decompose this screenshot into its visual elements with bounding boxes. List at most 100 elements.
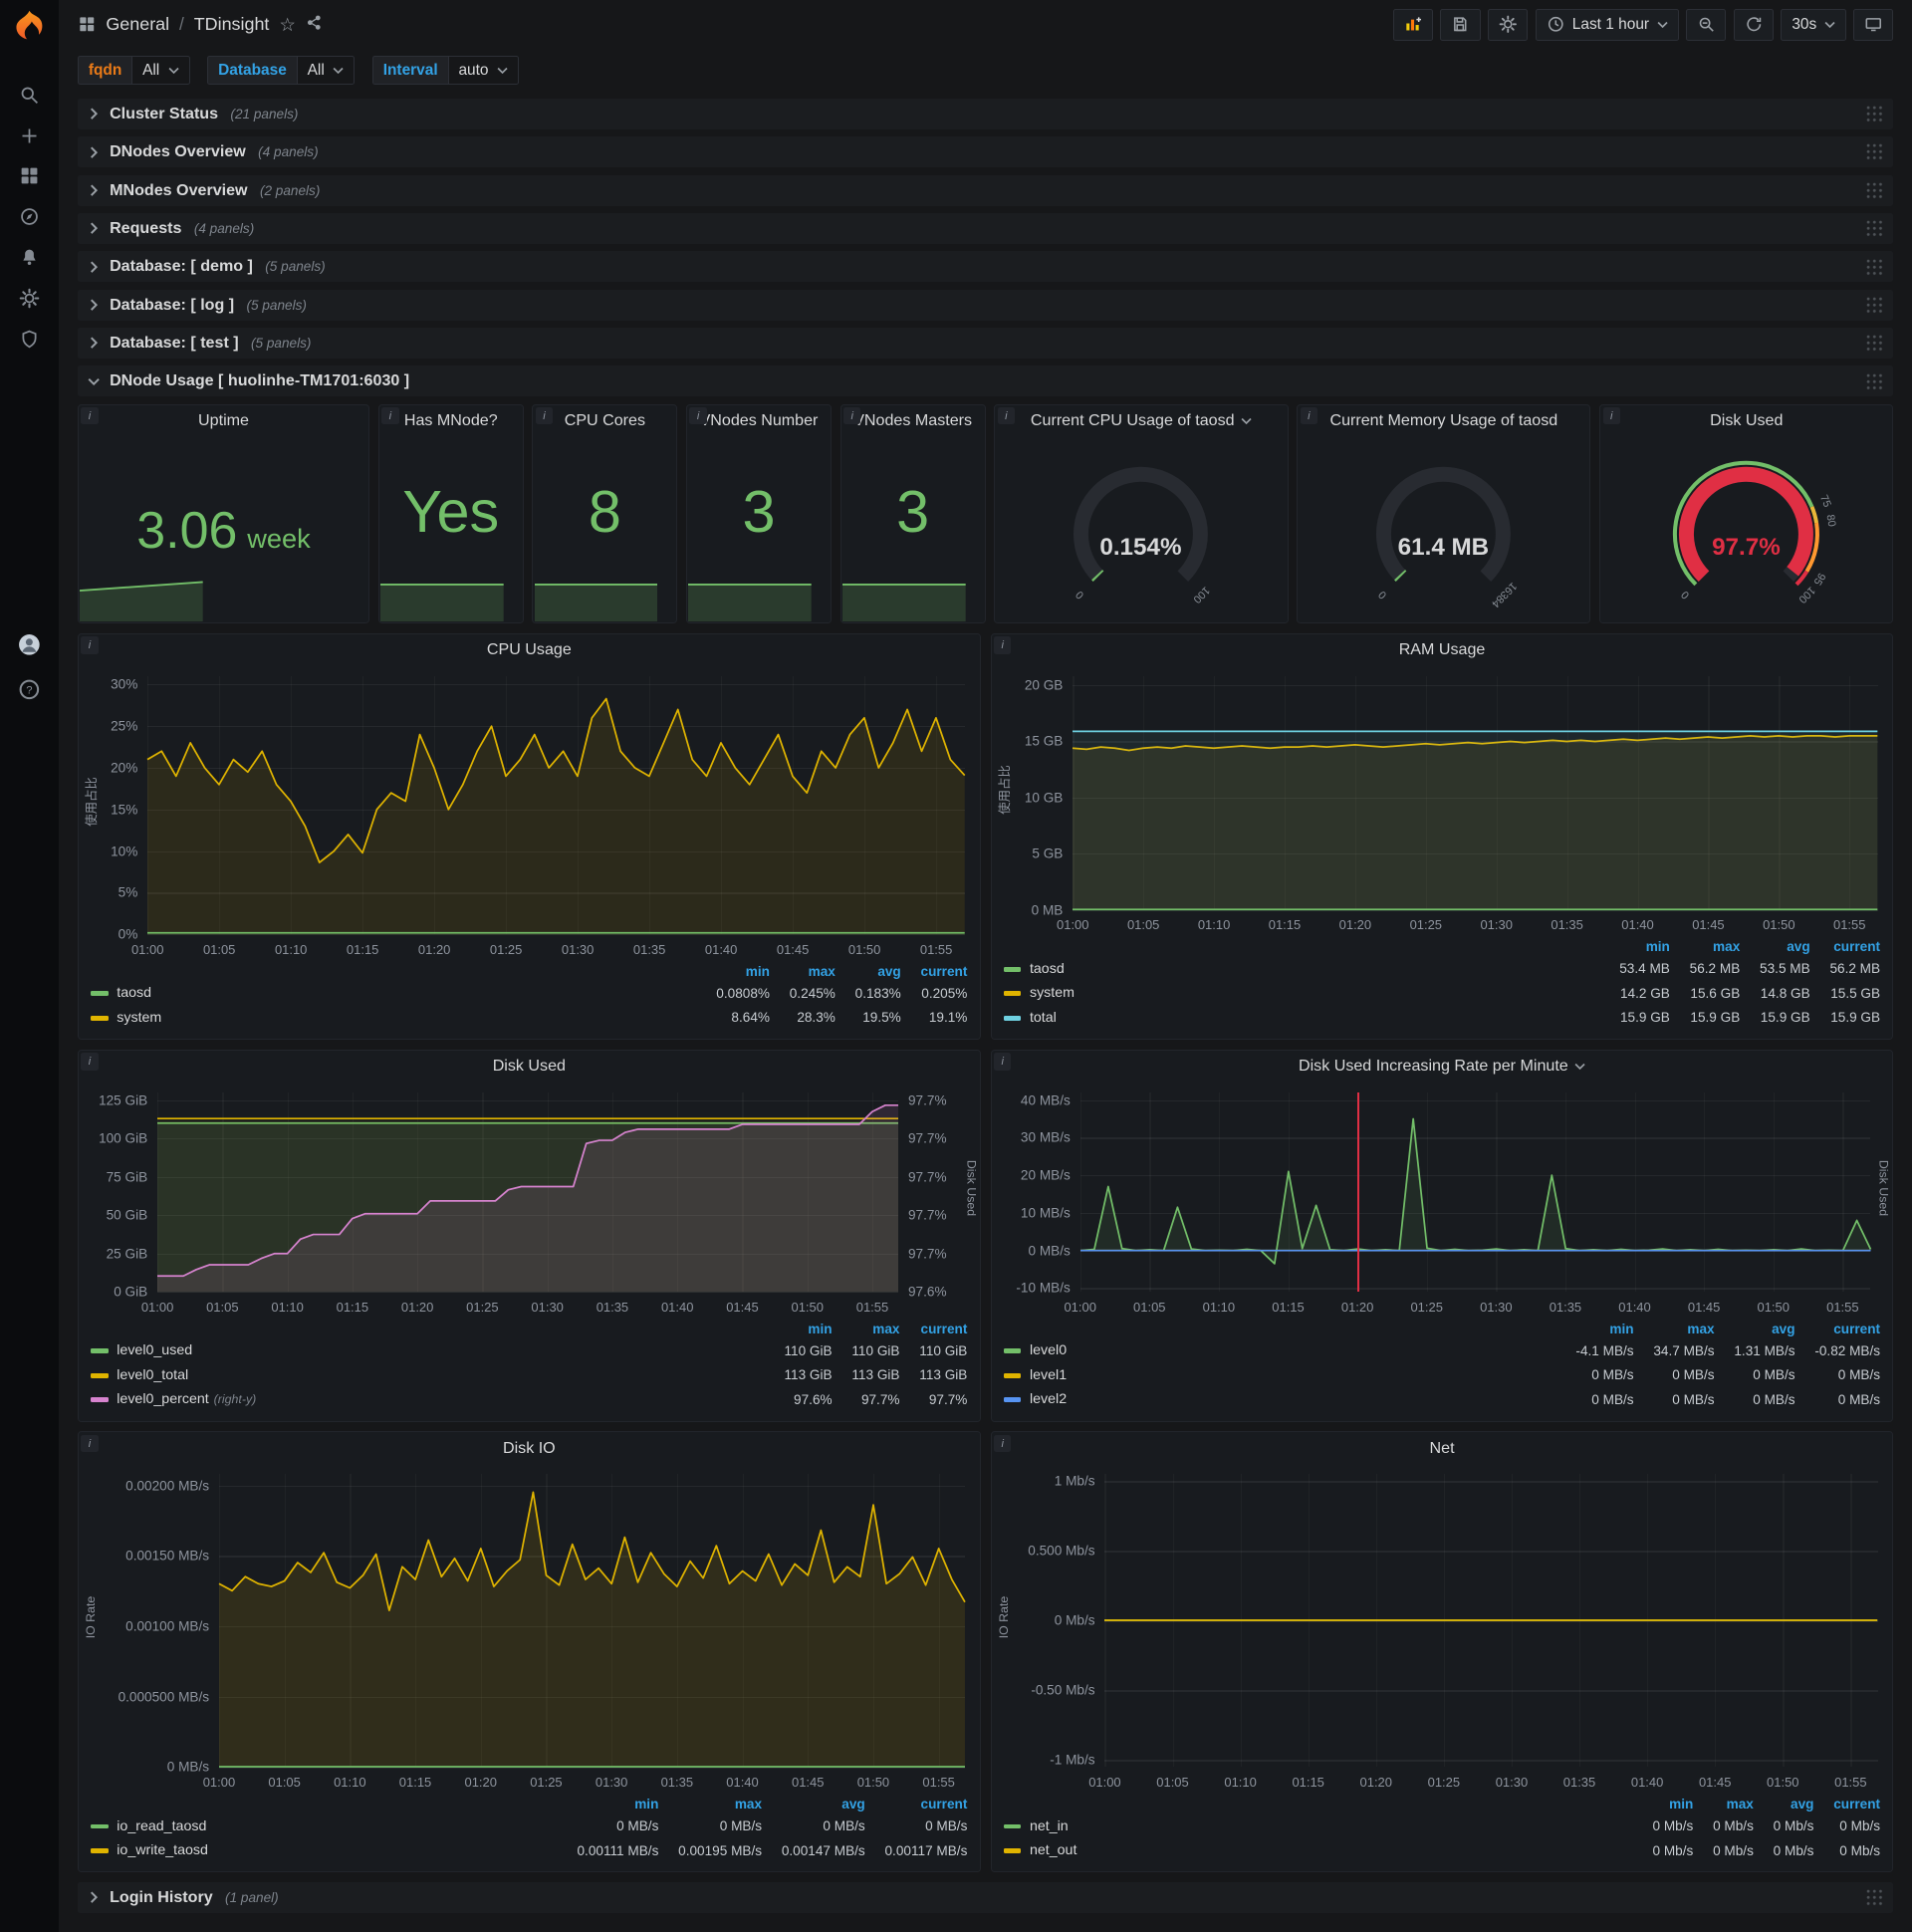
row-drag-handle[interactable] bbox=[1865, 257, 1884, 277]
sidebar-item-help[interactable]: ? bbox=[0, 677, 59, 707]
sidebar-item-dashboards[interactable] bbox=[0, 159, 59, 200]
panel-info-icon[interactable]: i bbox=[535, 407, 554, 425]
legend-series-name[interactable]: io_read_taosd bbox=[117, 1818, 206, 1834]
panel-title[interactable]: CPU Usage bbox=[79, 634, 980, 666]
panel-title[interactable]: Current CPU Usage of taosd bbox=[995, 405, 1287, 437]
sidebar-item-search[interactable] bbox=[0, 78, 59, 119]
panel-info-icon[interactable]: i bbox=[994, 1053, 1012, 1071]
dashboard-row-dnodes-overview[interactable]: DNodes Overview (4 panels) bbox=[77, 136, 1894, 168]
row-drag-handle[interactable] bbox=[1865, 105, 1884, 123]
panel-title[interactable]: Uptime bbox=[79, 405, 368, 437]
chart-plot[interactable]: 20 GB 15 GB 10 GB 5 GB 0 MB 01:00 01:05 01:10 01… bbox=[1025, 676, 1878, 932]
row-drag-handle[interactable] bbox=[1865, 371, 1884, 391]
sidebar-item-profile[interactable] bbox=[0, 633, 59, 663]
panel-info-icon[interactable]: i bbox=[994, 636, 1012, 654]
legend: min max current level0_used 110 GiB 110 GiB 11… bbox=[79, 1322, 980, 1421]
cycle-view-button[interactable] bbox=[1853, 8, 1894, 41]
star-dashboard-button[interactable]: ☆ bbox=[279, 14, 296, 36]
chart-plot[interactable]: 125 GiB 97.7% 100 GiB 97.7% 75 GiB 97.7% 50 Gi… bbox=[99, 1092, 946, 1314]
save-dashboard-button[interactable] bbox=[1440, 8, 1481, 41]
panel-info-icon[interactable]: i bbox=[1602, 407, 1620, 425]
panel-title[interactable]: RAM Usage bbox=[992, 634, 1893, 666]
refresh-button[interactable] bbox=[1733, 8, 1775, 41]
panel-info-icon[interactable]: i bbox=[81, 636, 99, 654]
row-drag-handle[interactable] bbox=[1865, 1888, 1884, 1907]
dashboard-row-login-history[interactable]: Login History (1 panel) bbox=[77, 1882, 1894, 1914]
dashboard-row-cluster-status[interactable]: Cluster Status (21 panels) bbox=[77, 98, 1894, 129]
chart-plot[interactable]: 1 Mb/s 0.500 Mb/s 0 Mb/s -0.50 Mb/s -1 Mb/s 0… bbox=[1028, 1474, 1878, 1790]
variable-interval[interactable]: Interval auto bbox=[371, 55, 520, 86]
legend-series-name[interactable]: level0_percent bbox=[117, 1391, 208, 1407]
legend-series-name[interactable]: net_in bbox=[1030, 1818, 1069, 1834]
legend-series-name[interactable]: system bbox=[117, 1010, 161, 1026]
legend-series-name[interactable]: io_write_taosd bbox=[117, 1842, 208, 1858]
panel-info-icon[interactable]: i bbox=[381, 407, 399, 425]
sidebar-item-explore[interactable] bbox=[0, 199, 59, 240]
panel-title[interactable]: Disk Used Increasing Rate per Minute bbox=[992, 1051, 1893, 1083]
panel-title[interactable]: VNodes Masters bbox=[841, 405, 985, 437]
breadcrumb-title[interactable]: TDinsight bbox=[194, 14, 270, 35]
panel-info-icon[interactable]: i bbox=[1300, 407, 1317, 425]
legend-series-name[interactable]: net_out bbox=[1030, 1842, 1076, 1858]
sidebar-item-server-admin[interactable] bbox=[0, 322, 59, 362]
panel-info-icon[interactable]: i bbox=[997, 407, 1016, 425]
panel-info-icon[interactable]: i bbox=[994, 1434, 1012, 1453]
dashboard-row-mnodes-overview[interactable]: MNodes Overview (2 panels) bbox=[77, 174, 1894, 206]
dashboard-settings-button[interactable] bbox=[1488, 8, 1529, 41]
time-range-picker[interactable]: Last 1 hour bbox=[1535, 8, 1679, 41]
row-drag-handle[interactable] bbox=[1865, 334, 1884, 353]
add-panel-button[interactable] bbox=[1392, 8, 1433, 41]
x-axis-tick: 01:30 bbox=[1480, 917, 1513, 933]
legend-series-name[interactable]: taosd bbox=[117, 985, 151, 1001]
panel-title[interactable]: Current Memory Usage of taosd bbox=[1298, 405, 1589, 437]
y-axis-tick: 0 MB/s bbox=[1028, 1243, 1071, 1259]
dashboard-row-dnode-usage-huolinhe-tm1701-6030[interactable]: DNode Usage [ huolinhe-TM1701:6030 ] bbox=[77, 365, 1894, 397]
sidebar-item-create[interactable] bbox=[0, 119, 59, 159]
panel-info-icon[interactable]: i bbox=[843, 407, 861, 425]
zoom-out-button[interactable] bbox=[1685, 8, 1727, 41]
panel-title[interactable]: Has MNode? bbox=[379, 405, 523, 437]
legend-series-name[interactable]: level1 bbox=[1030, 1367, 1067, 1383]
row-drag-handle[interactable] bbox=[1865, 180, 1884, 200]
legend-series-name[interactable]: level0_used bbox=[117, 1342, 192, 1358]
dashboard-row-requests[interactable]: Requests (4 panels) bbox=[77, 212, 1894, 244]
row-drag-handle[interactable] bbox=[1865, 219, 1884, 238]
panel-title[interactable]: Disk Used bbox=[79, 1051, 980, 1083]
chart-plot[interactable]: 0.00200 MB/s 0.00150 MB/s 0.00100 MB/s 0.00… bbox=[119, 1474, 965, 1790]
variable-database[interactable]: Database All bbox=[207, 55, 356, 86]
sidebar-item-alerting[interactable] bbox=[0, 240, 59, 281]
dashboard-row-database-demo[interactable]: Database: [ demo ] (5 panels) bbox=[77, 251, 1894, 283]
sidebar-item-configuration[interactable] bbox=[0, 281, 59, 322]
panel-info-icon[interactable]: i bbox=[81, 1434, 99, 1453]
panel-info-icon[interactable]: i bbox=[81, 1053, 99, 1071]
variable-fqdn[interactable]: fqdn All bbox=[77, 55, 190, 86]
legend-series-name[interactable]: level2 bbox=[1030, 1391, 1067, 1407]
dashboard-row-database-test[interactable]: Database: [ test ] (5 panels) bbox=[77, 328, 1894, 359]
panel-info-icon[interactable]: i bbox=[81, 407, 99, 425]
chart-plot[interactable]: 40 MB/s 30 MB/s 20 MB/s 10 MB/s 0 MB/s -10 MB… bbox=[1016, 1091, 1871, 1315]
row-drag-handle[interactable] bbox=[1865, 295, 1884, 315]
legend-series-name[interactable]: level0 bbox=[1030, 1342, 1067, 1358]
chart-plot[interactable]: 30% 25% 20% 15% 10% 5% 0% 01:00 01:05 01:10 01:15 0… bbox=[111, 676, 965, 957]
panel-title[interactable]: Disk Used bbox=[1600, 405, 1892, 437]
legend-series-name[interactable]: level0_total bbox=[117, 1367, 188, 1383]
dashboard-row-database-log[interactable]: Database: [ log ] (5 panels) bbox=[77, 289, 1894, 321]
legend-series-name[interactable]: system bbox=[1030, 985, 1075, 1001]
legend-series-name[interactable]: taosd bbox=[1030, 961, 1065, 977]
legend-series-name[interactable]: total bbox=[1030, 1010, 1057, 1026]
panel-title[interactable]: CPU Cores bbox=[533, 405, 676, 437]
share-dashboard-button[interactable] bbox=[306, 14, 323, 36]
refresh-interval-picker[interactable]: 30s bbox=[1781, 8, 1846, 41]
x-axis-tick: 01:55 bbox=[919, 941, 953, 957]
variable-value-dropdown[interactable]: All bbox=[296, 55, 356, 86]
row-drag-handle[interactable] bbox=[1865, 142, 1884, 162]
variable-value-dropdown[interactable]: All bbox=[131, 55, 190, 86]
panel-info-icon[interactable]: i bbox=[689, 407, 707, 425]
panel-title[interactable]: Disk IO bbox=[79, 1432, 980, 1464]
x-axis-tick: 01:50 bbox=[847, 941, 881, 957]
breadcrumb-section[interactable]: General bbox=[106, 14, 169, 35]
panel-title[interactable]: Net bbox=[992, 1432, 1893, 1464]
panel-title[interactable]: VNodes Number bbox=[687, 405, 831, 437]
grafana-logo-icon[interactable] bbox=[11, 9, 48, 46]
variable-value-dropdown[interactable]: auto bbox=[447, 55, 520, 86]
